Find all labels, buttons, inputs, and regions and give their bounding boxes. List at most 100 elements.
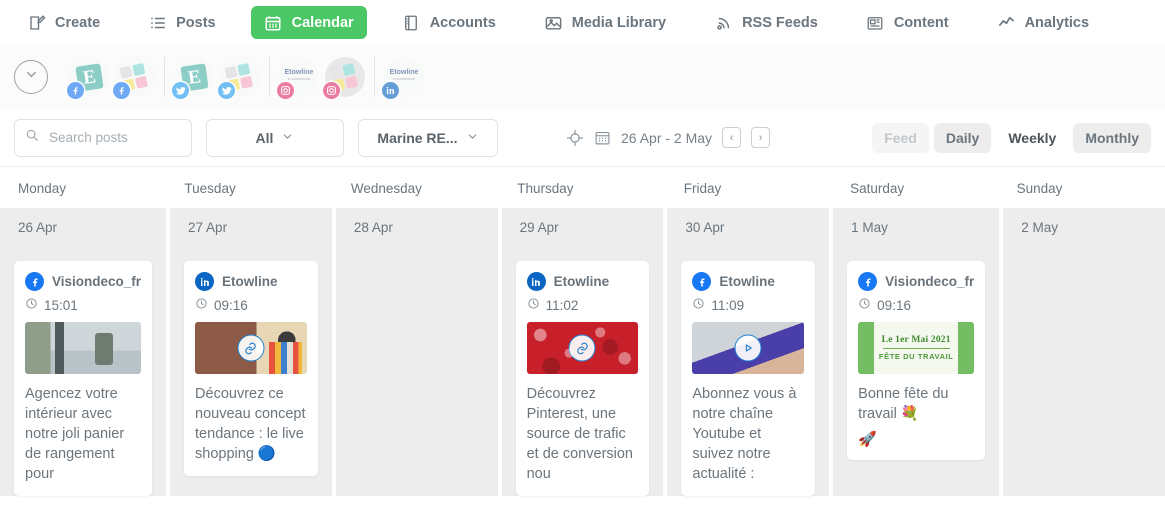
search-icon: [25, 128, 39, 147]
account-avatar-visiondeco-twitter[interactable]: [218, 57, 260, 99]
nav-item-rss-feeds[interactable]: RSS Feeds: [701, 6, 831, 39]
post-time: 11:02: [545, 297, 579, 313]
day-column-tuesday[interactable]: 27 Apr Etowline 09:16 Découvrez ce nouve…: [170, 208, 332, 496]
profile-select-value: Marine RE...: [377, 129, 458, 146]
post-card[interactable]: Etowline 11:02 Découvrez Pinterest, une …: [515, 261, 650, 496]
post-text: Abonnez vous à notre chaîne Youtube et s…: [692, 386, 797, 482]
chevron-down-icon: [466, 130, 479, 146]
post-account-name: Visiondeco_fr: [885, 274, 975, 289]
weekday-header-thursday: Thursday: [517, 181, 574, 196]
post-time-row: 09:16: [195, 297, 307, 313]
account-avatar-etowline-facebook[interactable]: E: [67, 57, 109, 99]
linkedin-icon: [195, 272, 215, 291]
post-text: Découvrez ce nouveau concept tendance : …: [195, 386, 306, 462]
post-thumbnail[interactable]: Le 1er Mai 2021 FÊTE DU TRAVAIL: [858, 322, 975, 374]
post-text: Découvrez Pinterest, une source de trafi…: [526, 386, 633, 482]
day-column-sunday[interactable]: 2 May: [1003, 208, 1165, 496]
post-card-header: Etowline: [195, 272, 307, 291]
main-navigation: Create Posts Calendar Accounts Media Lib…: [0, 0, 1165, 45]
post-card[interactable]: Etowline 11:09 Abonnez vous à notre chaî…: [681, 261, 816, 496]
account-group-facebook: E: [60, 57, 164, 99]
post-card[interactable]: Visiondeco_fr 15:01 Agencez votre intéri…: [14, 261, 153, 496]
post-card[interactable]: Visiondeco_fr 09:16 Le 1er Mai 2021 FÊTE…: [847, 261, 986, 460]
link-icon: [237, 334, 265, 362]
post-card[interactable]: Etowline 09:16 Découvrez ce nouveau conc…: [184, 261, 318, 476]
view-mode-feed[interactable]: Feed: [872, 122, 929, 153]
post-text: Agencez votre intérieur avec notre joli …: [25, 386, 125, 482]
nav-item-calendar[interactable]: Calendar: [250, 6, 367, 39]
nav-item-accounts[interactable]: Accounts: [389, 6, 509, 39]
instagram-icon: [323, 82, 340, 99]
post-thumbnail[interactable]: [692, 322, 805, 374]
post-account-name: Etowline: [553, 274, 610, 289]
post-thumbnail[interactable]: [195, 322, 307, 374]
list-icon: [148, 13, 167, 32]
post-thumbnail[interactable]: [526, 322, 639, 374]
clock-icon: [195, 297, 208, 313]
nav-item-media-library[interactable]: Media Library: [531, 6, 679, 39]
previous-week-button[interactable]: ‹: [722, 127, 742, 148]
post-time-row: 11:02: [527, 297, 639, 313]
nav-item-label: RSS Feeds: [742, 14, 818, 31]
rss-icon: [714, 13, 733, 32]
search-input[interactable]: [47, 129, 181, 146]
collapse-accounts-button[interactable]: [14, 60, 48, 94]
account-group-instagram: Etowline e-commerce: [269, 57, 374, 99]
post-time: 15:01: [44, 297, 78, 313]
account-avatar-visiondeco-instagram[interactable]: [323, 57, 365, 99]
nav-item-content[interactable]: Content: [853, 6, 962, 39]
nav-item-create[interactable]: Create: [14, 6, 113, 39]
day-number: 1 May: [851, 220, 888, 235]
weekday-header-saturday: Saturday: [850, 181, 905, 196]
trend-line-icon: [997, 13, 1016, 32]
facebook-icon: [858, 272, 878, 291]
nav-item-label: Media Library: [571, 14, 667, 31]
nav-item-label: Accounts: [429, 14, 496, 31]
day-column-wednesday[interactable]: 28 Apr: [335, 208, 498, 496]
link-icon: [568, 334, 596, 362]
view-mode-monthly[interactable]: Monthly: [1073, 122, 1151, 153]
facebook-icon: [692, 272, 712, 291]
weekday-header-wednesday: Wednesday: [350, 181, 422, 196]
calendar-weekday-header: Monday Tuesday Wednesday Thursday Friday…: [0, 166, 1165, 208]
post-thumbnail[interactable]: [25, 322, 142, 374]
day-column-thursday[interactable]: 29 Apr Etowline 11:02 Découvrez Pinteres…: [501, 208, 664, 496]
newspaper-icon: [866, 13, 885, 32]
day-number: 29 Apr: [519, 220, 559, 235]
view-mode-daily[interactable]: Daily: [933, 122, 992, 153]
search-posts-box[interactable]: [14, 118, 192, 157]
nav-item-posts[interactable]: Posts: [135, 6, 229, 39]
calendar-picker-icon[interactable]: [594, 129, 611, 146]
account-avatar-etowline-linkedin[interactable]: Etowline e-commerce: [382, 57, 424, 99]
next-week-button[interactable]: ›: [751, 127, 771, 148]
account-avatar-etowline-twitter[interactable]: E: [172, 57, 214, 99]
post-card-header: Visiondeco_fr: [858, 272, 974, 291]
chevron-down-icon: [281, 130, 294, 146]
calendar-toolbar: All Marine RE... 26 Apr - 2 May ‹ › Feed…: [0, 109, 1165, 166]
account-avatar-etowline-instagram[interactable]: Etowline e-commerce: [277, 57, 319, 99]
view-mode-weekly[interactable]: Weekly: [996, 122, 1069, 153]
account-group-twitter: E: [164, 57, 269, 99]
day-column-friday[interactable]: 30 Apr Etowline 11:09 Abonnez vous à not…: [667, 208, 830, 496]
account-avatar-visiondeco-facebook[interactable]: [113, 57, 155, 99]
day-number: 30 Apr: [685, 220, 725, 235]
day-column-saturday[interactable]: 1 May Visiondeco_fr 09:16 Le 1er Mai 202…: [833, 208, 1000, 496]
twitter-icon: [218, 82, 235, 99]
nav-item-analytics[interactable]: Analytics: [984, 6, 1102, 39]
post-account-name: Etowline: [222, 274, 278, 289]
facebook-icon: [25, 272, 44, 291]
calendar-icon: [264, 13, 283, 32]
day-number: 26 Apr: [18, 220, 58, 235]
post-time-row: 11:09: [692, 297, 804, 313]
view-mode-toggle: Feed Daily Weekly Monthly: [872, 122, 1151, 153]
profile-select[interactable]: Marine RE...: [358, 118, 498, 157]
post-account-name: Etowline: [719, 274, 775, 289]
account-group-linkedin: Etowline e-commerce: [374, 57, 433, 99]
play-icon[interactable]: [734, 334, 762, 362]
nav-item-label: Posts: [176, 14, 216, 31]
instagram-icon: [277, 82, 294, 99]
chevron-down-icon: [24, 67, 39, 87]
day-column-monday[interactable]: 26 Apr Visiondeco_fr 15:01 Agencez votre…: [0, 208, 167, 496]
crosshair-icon[interactable]: [566, 129, 584, 147]
post-type-select[interactable]: All: [206, 118, 344, 157]
